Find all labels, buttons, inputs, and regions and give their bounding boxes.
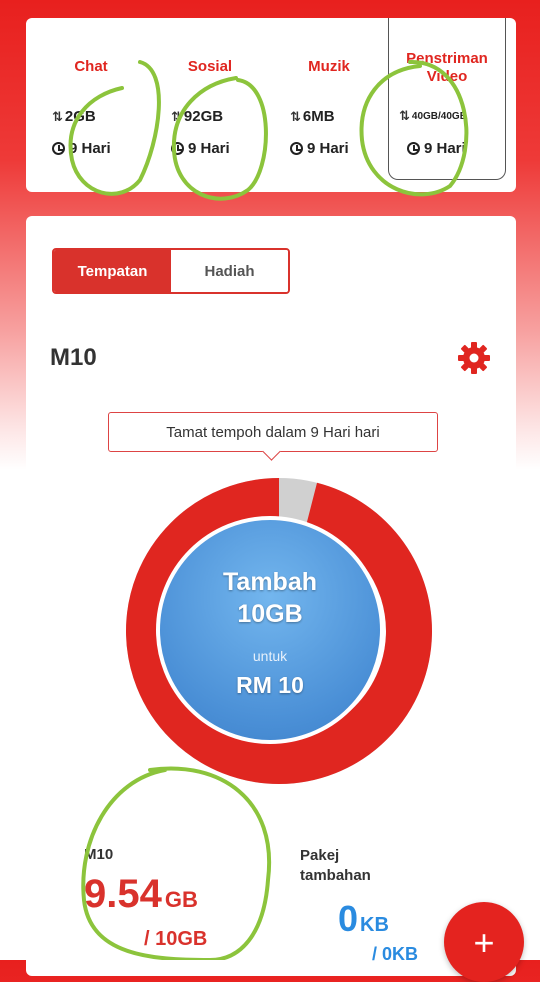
category-card: Chat ⇅ 2GB 9 Hari Sosial ⇅ 92GB 9 Hari M… (26, 18, 516, 192)
arrows-up-down-icon: ⇅ (52, 108, 63, 124)
plan-title: M10 (50, 344, 97, 371)
usage-unit: GB (164, 887, 198, 912)
plan-card: Tempatan Hadiah M10 Tamat tempoh dalam 9… (26, 216, 516, 976)
topup-circle-button[interactable]: Tambah 10GB untuk RM 10 (156, 516, 384, 744)
category-data: 40GB/40GB (411, 110, 467, 122)
promo-line2: 10GB (237, 600, 303, 628)
usage-label: M10 (84, 846, 114, 863)
arrows-up-down-icon: ⇅ (399, 108, 410, 123)
tab-bar: Tempatan Hadiah (52, 248, 290, 294)
category-chat[interactable]: Chat ⇅ 2GB 9 Hari (32, 18, 150, 192)
category-muzik[interactable]: Muzik ⇅ 6MB 9 Hari (270, 18, 388, 192)
addon-label: Pakej tambahan (300, 847, 371, 884)
category-data: 92GB (183, 108, 224, 125)
arrows-up-down-icon: ⇅ (171, 108, 182, 124)
clock-icon (407, 142, 420, 155)
expiry-tooltip: Tamat tempoh dalam 9 Hari hari (108, 412, 438, 452)
category-label: Penstriman Video (406, 50, 488, 85)
category-label: Muzik (308, 58, 350, 75)
category-label: Chat (74, 58, 108, 75)
clock-icon (171, 142, 184, 155)
category-days: 9 Hari (188, 140, 230, 157)
usage-total: / 10GB (144, 928, 208, 950)
category-sosial[interactable]: Sosial ⇅ 92GB 9 Hari (151, 18, 269, 192)
category-data: 2GB (64, 108, 96, 125)
clock-icon (290, 142, 303, 155)
usage-amount: 9.54 (84, 872, 162, 916)
category-days: 9 Hari (424, 140, 466, 157)
promo-line3: untuk (252, 648, 288, 664)
gear-icon[interactable] (456, 340, 492, 376)
tab-tempatan[interactable]: Tempatan (54, 250, 171, 292)
arrows-up-down-icon: ⇅ (290, 108, 301, 124)
add-button[interactable]: + (444, 902, 524, 982)
usage-value: 9.54 GB (84, 872, 198, 917)
category-days: 9 Hari (307, 140, 349, 157)
addon-unit: KB (360, 914, 389, 936)
category-label: Sosial (187, 58, 233, 75)
category-days: 9 Hari (69, 140, 111, 157)
addon-amount: 0 (338, 898, 359, 939)
addon-total: / 0KB (372, 944, 419, 964)
category-video[interactable]: Penstriman Video ⇅ 40GB/40GB 9 Hari (388, 18, 506, 180)
promo-line1: Tambah (223, 568, 317, 596)
addon-value: 0 KB (338, 898, 389, 940)
category-data: 6MB (302, 108, 335, 125)
clock-icon (52, 142, 65, 155)
promo-line4: RM 10 (236, 672, 304, 698)
tab-hadiah[interactable]: Hadiah (171, 250, 288, 292)
